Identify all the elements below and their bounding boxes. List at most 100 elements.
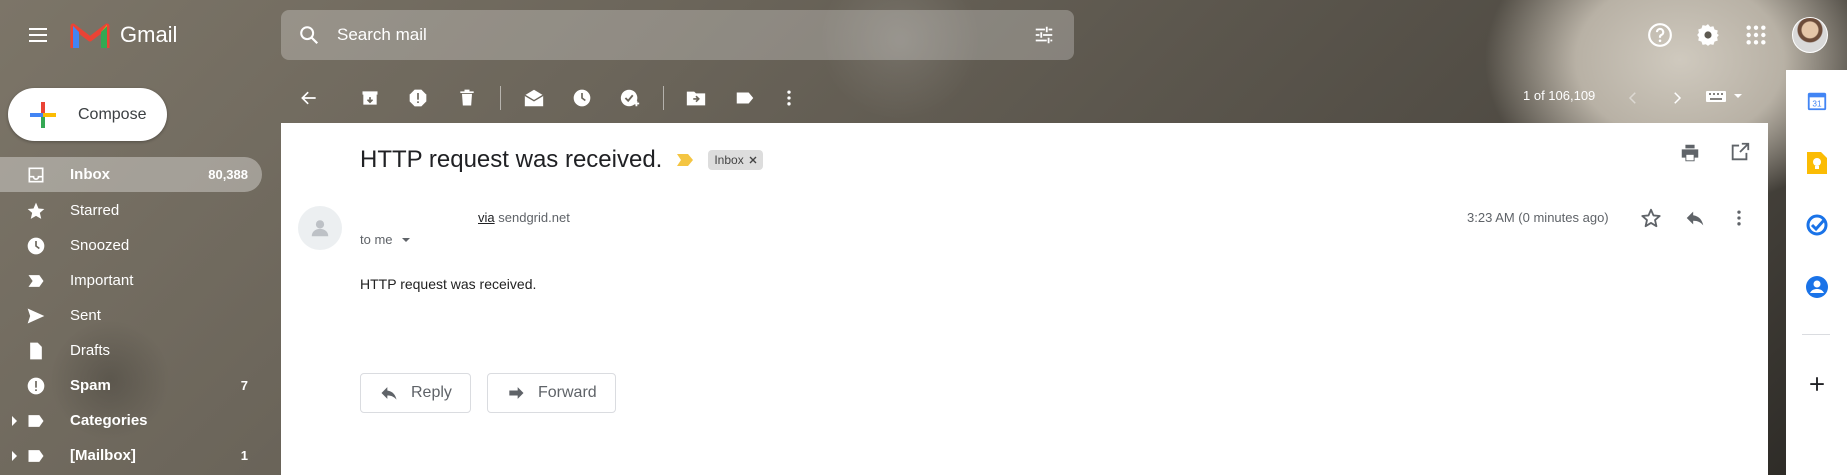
close-icon[interactable]: [749, 156, 757, 164]
contacts-icon: [1806, 276, 1828, 298]
reply-button-icon[interactable]: [1677, 200, 1713, 236]
sidebar-item-mailbox[interactable]: [Mailbox] 1: [0, 438, 262, 473]
recipients-toggle[interactable]: to me: [360, 232, 411, 247]
mark-unread-icon: [524, 89, 544, 107]
spam-icon: [27, 377, 45, 394]
plus-icon: [30, 101, 56, 128]
sidebar-item-inbox[interactable]: Inbox 80,388: [0, 157, 262, 192]
settings-button[interactable]: [1688, 15, 1728, 55]
mark-unread-button[interactable]: [516, 80, 552, 116]
sidebar-item-label: Spam: [70, 377, 111, 394]
add-task-icon: [620, 89, 640, 107]
search-button[interactable]: [281, 24, 337, 46]
hamburger-icon: [29, 28, 47, 42]
sender-avatar[interactable]: [298, 206, 342, 250]
subject-text: HTTP request was received.: [360, 146, 663, 173]
reply-button[interactable]: Reply: [360, 373, 471, 413]
search-icon: [300, 26, 319, 45]
print-button[interactable]: [1679, 142, 1701, 164]
forward-button[interactable]: Forward: [487, 373, 616, 413]
sidebar-item-label: Snoozed: [70, 237, 130, 254]
reply-icon: [381, 387, 397, 400]
report-spam-button[interactable]: [400, 80, 436, 116]
open-in-new-icon: [1731, 142, 1750, 161]
unread-count: 7: [240, 378, 248, 393]
clock-icon: [27, 237, 45, 254]
sidebar-item-snoozed[interactable]: Snoozed: [0, 228, 262, 263]
account-avatar[interactable]: [1792, 17, 1828, 53]
add-to-tasks-button[interactable]: [612, 80, 648, 116]
important-marker-icon[interactable]: [676, 153, 694, 167]
sidebar-item-sent[interactable]: Sent: [0, 298, 262, 333]
more-vert-icon: [1737, 210, 1741, 226]
unread-count: 80,388: [208, 167, 248, 182]
label-chip[interactable]: Inbox: [708, 150, 763, 170]
important-icon: [28, 274, 44, 287]
message-timestamp: 3:23 AM (0 minutes ago): [1467, 210, 1609, 225]
compose-button[interactable]: Compose: [8, 88, 167, 141]
more-options-button[interactable]: [1721, 200, 1757, 236]
search-input[interactable]: [337, 25, 1014, 45]
via-link[interactable]: via: [478, 210, 495, 225]
message-subject: HTTP request was received. Inbox: [360, 146, 763, 174]
plus-icon: [1810, 377, 1824, 391]
inbox-icon: [28, 167, 44, 182]
svg-text:31: 31: [1812, 100, 1822, 109]
sidebar-item-label: Categories: [70, 412, 148, 429]
keep-app-button[interactable]: [1802, 148, 1832, 178]
sidebar-item-label: Sent: [70, 307, 101, 324]
via-domain: sendgrid.net: [498, 210, 570, 225]
snooze-button[interactable]: [564, 80, 600, 116]
move-to-button[interactable]: [678, 80, 714, 116]
label-chip-text: Inbox: [714, 153, 744, 167]
input-tools-button[interactable]: [1705, 88, 1743, 104]
star-button[interactable]: [1633, 200, 1669, 236]
delete-button[interactable]: [449, 80, 485, 116]
back-button[interactable]: [291, 80, 327, 116]
sidebar-item-label: Inbox: [70, 166, 110, 183]
expand-caret-icon[interactable]: [12, 416, 17, 426]
send-icon: [27, 308, 45, 323]
star-icon: [27, 202, 45, 219]
gmail-logo[interactable]: Gmail: [70, 16, 177, 54]
report-icon: [409, 89, 427, 107]
sidebar-item-starred[interactable]: Starred: [0, 193, 262, 228]
search-options-button[interactable]: [1014, 24, 1074, 46]
arrow-back-icon: [301, 91, 316, 105]
support-button[interactable]: [1640, 15, 1680, 55]
sidebar-item-drafts[interactable]: Drafts: [0, 333, 262, 368]
label-icon: [28, 414, 44, 427]
archive-button[interactable]: [352, 80, 388, 116]
reply-label: Reply: [411, 384, 452, 401]
gear-icon: [1697, 24, 1719, 46]
open-new-window-button[interactable]: [1729, 141, 1751, 163]
tasks-app-button[interactable]: [1802, 210, 1832, 240]
expand-caret-icon[interactable]: [12, 451, 17, 461]
caret-down-icon: [401, 237, 410, 242]
older-button[interactable]: [1659, 80, 1695, 116]
unread-count: 1: [240, 448, 248, 463]
message-panel: [281, 123, 1768, 475]
trash-icon: [460, 89, 474, 106]
chevron-left-icon: [1628, 92, 1636, 104]
person-icon: [311, 220, 329, 237]
tasks-icon: [1806, 214, 1828, 236]
sidebar-item-important[interactable]: Important: [0, 263, 262, 298]
sidebar-item-spam[interactable]: Spam 7: [0, 368, 262, 403]
main-menu-button[interactable]: [20, 17, 56, 53]
get-addons-button[interactable]: [1802, 369, 1832, 399]
clock-icon: [573, 89, 591, 107]
sidebar-item-label: Starred: [70, 202, 120, 219]
apps-button[interactable]: [1736, 15, 1776, 55]
sidebar-item-categories[interactable]: Categories: [0, 403, 262, 438]
search-bar[interactable]: [281, 10, 1074, 60]
sidebar-item-label: Drafts: [70, 342, 111, 359]
labels-button[interactable]: [727, 80, 763, 116]
archive-icon: [362, 91, 378, 105]
contacts-app-button[interactable]: [1802, 272, 1832, 302]
calendar-app-button[interactable]: 31: [1802, 86, 1832, 116]
keep-icon: [1807, 152, 1827, 174]
more-actions-button[interactable]: [771, 80, 807, 116]
sender-via: via sendgrid.net: [478, 210, 570, 225]
newer-button[interactable]: [1615, 80, 1651, 116]
